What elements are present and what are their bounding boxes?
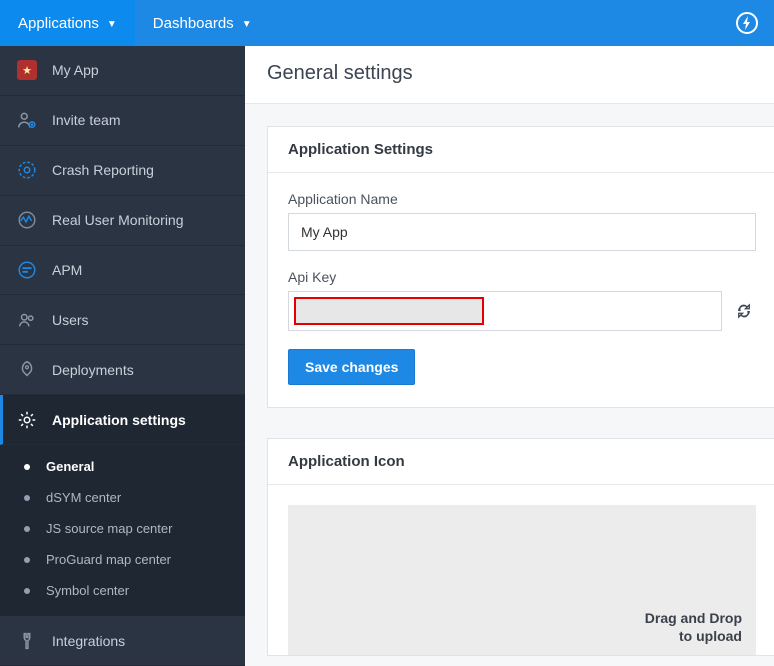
sidebar-app-switcher[interactable]: ★ My App: [0, 46, 245, 96]
appname-label: Application Name: [288, 191, 756, 207]
main-content: General settings Application Settings Ap…: [245, 46, 774, 666]
bullet-icon: [24, 526, 30, 532]
sidebar-sub-dsym[interactable]: dSYM center: [0, 482, 245, 513]
sidebar-item-label: Integrations: [52, 633, 125, 649]
bullet-icon: [24, 557, 30, 563]
panel-application-settings: Application Settings Application Name Ap…: [267, 126, 774, 408]
sidebar-sub-label: JS source map center: [46, 521, 172, 536]
dropzone-hint: Drag and Drop to upload: [645, 610, 742, 645]
sidebar-item-integrations[interactable]: Integrations: [0, 616, 245, 666]
regenerate-apikey-button[interactable]: [732, 299, 756, 323]
apikey-display: [288, 291, 722, 331]
bullet-icon: [24, 495, 30, 501]
sidebar-item-apm[interactable]: APM: [0, 246, 245, 296]
sidebar-sub-label: Symbol center: [46, 583, 129, 598]
sidebar-item-label: Real User Monitoring: [52, 212, 184, 228]
deployments-icon: [16, 359, 38, 381]
nav-dashboards[interactable]: Dashboards ▼: [135, 0, 270, 46]
sidebar-sub-proguard[interactable]: ProGuard map center: [0, 544, 245, 575]
page-title: General settings: [267, 62, 752, 85]
panel-title: Application Settings: [268, 127, 774, 173]
sidebar-item-users[interactable]: Users: [0, 295, 245, 345]
nav-applications[interactable]: Applications ▼: [0, 0, 135, 46]
icon-upload-dropzone[interactable]: Drag and Drop to upload: [288, 505, 756, 655]
chevron-down-icon: ▼: [107, 19, 117, 30]
panel-title: Application Icon: [268, 439, 774, 485]
nav-applications-label: Applications: [18, 15, 99, 32]
dropzone-line2: to upload: [645, 628, 742, 646]
sidebar-subnav: General dSYM center JS source map center…: [0, 445, 245, 616]
sidebar-item-invite-team[interactable]: Invite team: [0, 96, 245, 146]
sidebar: ★ My App Invite team Cr: [0, 46, 245, 666]
apm-icon: [16, 259, 38, 281]
top-nav-bar: Applications ▼ Dashboards ▼: [0, 0, 774, 46]
crash-reporting-icon: [16, 159, 38, 181]
sidebar-sub-label: ProGuard map center: [46, 552, 171, 567]
gear-icon: [16, 409, 38, 431]
panel-application-icon: Application Icon Drag and Drop to upload: [267, 438, 774, 656]
nav-dashboards-label: Dashboards: [153, 15, 234, 32]
sidebar-item-label: APM: [52, 262, 82, 278]
sidebar-item-label: Invite team: [52, 112, 120, 128]
sidebar-sub-symbol[interactable]: Symbol center: [0, 575, 245, 606]
save-button[interactable]: Save changes: [288, 349, 415, 385]
bullet-icon: [24, 588, 30, 594]
sidebar-sub-label: General: [46, 459, 94, 474]
sidebar-item-label: Deployments: [52, 362, 134, 378]
sidebar-item-deployments[interactable]: Deployments: [0, 345, 245, 395]
sidebar-item-application-settings[interactable]: Application settings: [0, 395, 245, 445]
sidebar-item-label: Crash Reporting: [52, 162, 154, 178]
sidebar-item-label: Application settings: [52, 412, 186, 428]
app-icon: ★: [17, 60, 37, 80]
rum-icon: [16, 209, 38, 231]
sidebar-item-label: Users: [52, 312, 89, 328]
invite-team-icon: [16, 109, 38, 131]
apikey-label: Api Key: [288, 269, 756, 285]
sidebar-app-name: My App: [52, 62, 99, 78]
chevron-down-icon: ▼: [242, 19, 252, 30]
sidebar-item-rum[interactable]: Real User Monitoring: [0, 196, 245, 246]
apikey-redacted-region: [294, 297, 484, 325]
sidebar-item-crash-reporting[interactable]: Crash Reporting: [0, 146, 245, 196]
refresh-icon: [735, 302, 753, 320]
appname-input[interactable]: [288, 213, 756, 251]
integrations-icon: [16, 630, 38, 652]
page-header: General settings: [245, 46, 774, 104]
sidebar-sub-label: dSYM center: [46, 490, 121, 505]
whats-new-button[interactable]: [720, 0, 774, 46]
bolt-circle-icon: [735, 11, 759, 35]
bullet-icon: [24, 464, 30, 470]
dropzone-line1: Drag and Drop: [645, 610, 742, 628]
sidebar-sub-general[interactable]: General: [0, 451, 245, 482]
sidebar-sub-jsmap[interactable]: JS source map center: [0, 513, 245, 544]
users-icon: [16, 309, 38, 331]
